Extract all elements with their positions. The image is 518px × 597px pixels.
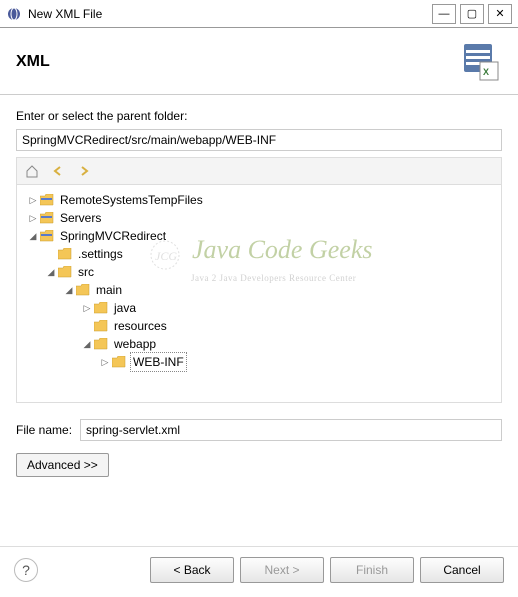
folder-icon <box>57 264 73 280</box>
filename-label: File name: <box>16 423 72 437</box>
tree-item[interactable]: ▷ WEB-INF <box>21 353 497 371</box>
tree-item-label: SpringMVCRedirect <box>58 227 168 245</box>
maximize-button[interactable]: ▢ <box>460 4 484 24</box>
folder-icon <box>111 354 127 370</box>
tree-item[interactable]: ▷ RemoteSystemsTempFiles <box>21 191 497 209</box>
next-button[interactable]: Next > <box>240 557 324 583</box>
project-folder-icon <box>39 192 55 208</box>
folder-icon <box>93 300 109 316</box>
eclipse-icon <box>6 6 22 22</box>
tree-toolbar <box>16 157 502 185</box>
back-button[interactable]: < Back <box>150 557 234 583</box>
tree-item-label: webapp <box>112 335 158 353</box>
project-folder-icon <box>39 228 55 244</box>
tree-item-label: src <box>76 263 96 281</box>
tree-item[interactable]: ▷ Servers <box>21 209 497 227</box>
window-controls: — ▢ ✕ <box>432 4 512 24</box>
tree-item[interactable]: ◢ main <box>21 281 497 299</box>
expander-open-icon[interactable]: ◢ <box>81 335 93 353</box>
expander-closed-icon[interactable]: ▷ <box>81 299 93 317</box>
home-icon[interactable] <box>23 162 41 180</box>
tree-item-label: WEB-INF <box>130 352 187 372</box>
tree-item[interactable]: ◢ webapp <box>21 335 497 353</box>
folder-icon <box>57 246 73 262</box>
expander-open-icon[interactable]: ◢ <box>63 281 75 299</box>
wizard-header: XML X <box>0 28 518 95</box>
expander-closed-icon[interactable]: ▷ <box>27 191 39 209</box>
tree-item-label: .settings <box>76 245 125 263</box>
page-title: XML <box>16 53 50 71</box>
project-folder-icon <box>39 210 55 226</box>
window-title: New XML File <box>28 7 432 21</box>
parent-folder-input[interactable] <box>16 129 502 151</box>
cancel-button[interactable]: Cancel <box>420 557 504 583</box>
advanced-button[interactable]: Advanced >> <box>16 453 109 477</box>
titlebar: New XML File — ▢ ✕ <box>0 0 518 28</box>
expander-open-icon[interactable]: ◢ <box>45 263 57 281</box>
wizard-footer: ? < Back Next > Finish Cancel <box>0 546 518 597</box>
expander-closed-icon[interactable]: ▷ <box>99 353 111 371</box>
tree-item-label: resources <box>112 317 169 335</box>
expander-open-icon[interactable]: ◢ <box>27 227 39 245</box>
back-arrow-icon[interactable] <box>49 162 67 180</box>
filename-input[interactable] <box>80 419 502 441</box>
folder-icon <box>75 282 91 298</box>
tree-item-label: java <box>112 299 138 317</box>
xml-file-icon: X <box>458 40 502 84</box>
minimize-button[interactable]: — <box>432 4 456 24</box>
tree-item[interactable]: .settings <box>21 245 497 263</box>
expander-closed-icon[interactable]: ▷ <box>27 209 39 227</box>
wizard-content: Enter or select the parent folder: JCG J… <box>0 95 518 477</box>
tree-item[interactable]: resources <box>21 317 497 335</box>
finish-button[interactable]: Finish <box>330 557 414 583</box>
forward-arrow-icon[interactable] <box>75 162 93 180</box>
tree-item[interactable]: ◢ src <box>21 263 497 281</box>
tree-item[interactable]: ▷ java <box>21 299 497 317</box>
tree-item-label: RemoteSystemsTempFiles <box>58 191 205 209</box>
folder-icon <box>93 318 109 334</box>
svg-text:X: X <box>483 67 489 77</box>
close-button[interactable]: ✕ <box>488 4 512 24</box>
folder-tree[interactable]: JCG Java Code Geeks Java 2 Java Develope… <box>16 185 502 403</box>
folder-icon <box>93 336 109 352</box>
tree-item-label: Servers <box>58 209 103 227</box>
help-button[interactable]: ? <box>14 558 38 582</box>
filename-row: File name: <box>16 419 502 441</box>
tree-item-label: main <box>94 281 124 299</box>
tree-item[interactable]: ◢ SpringMVCRedirect <box>21 227 497 245</box>
parent-folder-label: Enter or select the parent folder: <box>16 109 502 123</box>
